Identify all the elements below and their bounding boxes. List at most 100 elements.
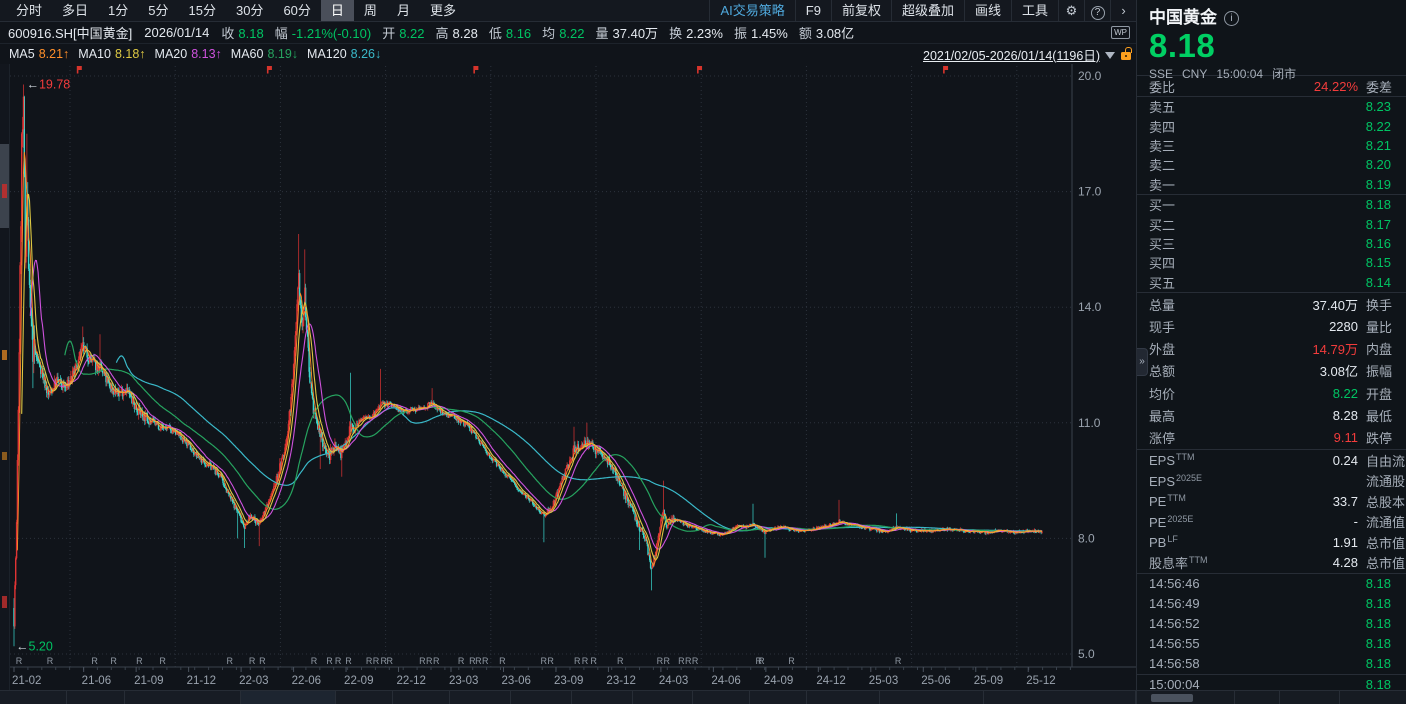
tool-AI交易策略[interactable]: AI交易策略 [709,0,794,21]
stat-value: 8.22 [1333,386,1358,401]
tab-日[interactable]: 日 [321,0,354,21]
bottom-tab[interactable] [241,691,336,704]
ask-row-卖五[interactable]: 卖五 8.23 [1137,97,1406,116]
bid-row-买三[interactable]: 买三8.16 [1137,234,1406,253]
stat-value: 9.11 [1334,430,1358,445]
chevron-down-icon[interactable] [1105,52,1115,59]
x-tick-label: 24-03 [659,675,688,687]
candlestick-chart[interactable]: 20.017.014.011.08.05.021-0221-0621-0921-… [10,64,1136,690]
bottom-tab[interactable] [750,691,807,704]
y-tick-label: 5.0 [1078,647,1095,661]
gear-icon[interactable]: ⚙ [1058,0,1084,21]
tab-更多[interactable]: 更多 [420,0,466,21]
ask-row-卖四[interactable]: 卖四8.22 [1137,116,1406,135]
ma-legend-MA20: MA208.13↑ [155,47,222,61]
fin-label2: 总市值 [1366,553,1406,572]
ask-row-卖一[interactable]: 卖一8.19 [1137,175,1406,194]
bottom-tab[interactable] [693,691,750,704]
tool-F9[interactable]: F9 [795,0,831,21]
stat-row-总额: 总额3.08亿振幅 [1137,360,1406,382]
ask-label: 卖五 [1149,97,1175,116]
y-tick-label: 20.0 [1078,69,1102,83]
ask-row-卖三[interactable]: 卖三8.21 [1137,136,1406,155]
bid-price: 8.15 [1366,255,1406,270]
ask-price: 8.23 [1366,99,1406,114]
event-flag-icon [77,66,82,70]
ma-label: MA10 [78,47,111,61]
bottom-tab[interactable] [572,691,633,704]
sidebar-expander[interactable]: » [1137,348,1148,376]
ma5-line [17,152,1042,566]
tool-前复权[interactable]: 前复权 [831,0,891,21]
ma-legend-bar: MA58.21↑MA108.18↑MA208.13↑MA608.19↓MA120… [0,44,1136,64]
field-value: 2.23% [686,26,723,41]
tab-15分[interactable]: 15分 [179,0,226,21]
tab-分时[interactable]: 分时 [6,0,52,21]
r-event-marker: R [895,656,902,666]
ma-label: MA60 [231,47,264,61]
tab-1分[interactable]: 1分 [98,0,138,21]
bottom-tab[interactable] [67,691,126,704]
r-event-marker: R [482,656,489,666]
ask-label: 卖四 [1149,117,1175,136]
toolbar-tools: AI交易策略F9前复权超级叠加画线工具⚙?› [709,0,1136,21]
stock-trading-app: 分时多日1分5分15分30分60分日周月更多 AI交易策略F9前复权超级叠加画线… [0,0,1406,704]
r-event-marker: R [159,656,166,666]
event-flag-icon [267,70,269,74]
fin-row-PB-LF: PBLF1.91总市值 [1137,532,1406,553]
date-range-selector[interactable]: 2021/02/05-2026/01/14(1196日) [923,45,1100,64]
field-key: 幅 [275,26,288,41]
r-event-marker: R [574,656,581,666]
tab-周[interactable]: 周 [354,0,387,21]
y-tick-label: 8.0 [1078,531,1095,545]
help-icon[interactable]: ? [1084,0,1110,21]
tool-超级叠加[interactable]: 超级叠加 [891,0,964,21]
r-event-marker: R [16,656,23,666]
x-tick-label: 24-12 [816,675,845,687]
fin-value: - [1354,514,1358,529]
horizontal-scrollbar[interactable] [1151,694,1193,702]
bid-row-买五[interactable]: 买五8.14 [1137,273,1406,292]
info-icon[interactable]: i [1224,11,1239,26]
tab-30分[interactable]: 30分 [226,0,273,21]
field-value: 1.45% [751,26,788,41]
bottom-tab[interactable] [807,691,879,704]
bottom-tab[interactable] [336,691,393,704]
stat-label: 总量 [1149,295,1175,314]
tab-月[interactable]: 月 [387,0,420,21]
r-event-marker: R [788,656,795,666]
unlock-icon[interactable] [1121,52,1131,60]
tab-多日[interactable]: 多日 [52,0,98,21]
tick-price: 8.18 [1366,616,1406,631]
x-tick-label: 22-03 [239,675,268,687]
bottom-tab[interactable] [125,691,241,704]
bottom-tab[interactable] [880,691,984,704]
bottom-tab[interactable] [450,691,511,704]
ask-row-卖二[interactable]: 卖二8.20 [1137,155,1406,174]
bid-row-买二[interactable]: 买二8.17 [1137,214,1406,233]
field-value: -1.21%(-0.10) [292,26,371,41]
x-tick-label: 23-12 [606,675,635,687]
tool-画线[interactable]: 画线 [964,0,1011,21]
bottom-tab[interactable] [633,691,694,704]
tab-5分[interactable]: 5分 [138,0,178,21]
bottom-tab[interactable] [393,691,450,704]
r-event-marker: R [335,656,342,666]
bottom-tab[interactable] [0,691,67,704]
chevron-right-icon[interactable]: › [1110,0,1136,21]
bottom-tab[interactable] [511,691,572,704]
x-tick-label: 25-12 [1026,675,1055,687]
wp-window-icon[interactable]: WP [1111,26,1130,39]
tab-60分[interactable]: 60分 [273,0,320,21]
tool-工具[interactable]: 工具 [1011,0,1058,21]
bid-row-买四[interactable]: 买四8.15 [1137,253,1406,272]
x-tick-label: 25-03 [869,675,898,687]
bid-row-买一[interactable]: 买一8.18 [1137,195,1406,214]
field-振: 振1.45% [734,23,788,42]
bottom-tab[interactable] [984,691,1136,704]
candles-down-bodies [14,97,1041,627]
tick-price: 8.18 [1366,596,1406,611]
ask-price: 8.20 [1366,157,1406,172]
r-event-marker: R [91,656,98,666]
ask-label: 卖三 [1149,136,1175,155]
